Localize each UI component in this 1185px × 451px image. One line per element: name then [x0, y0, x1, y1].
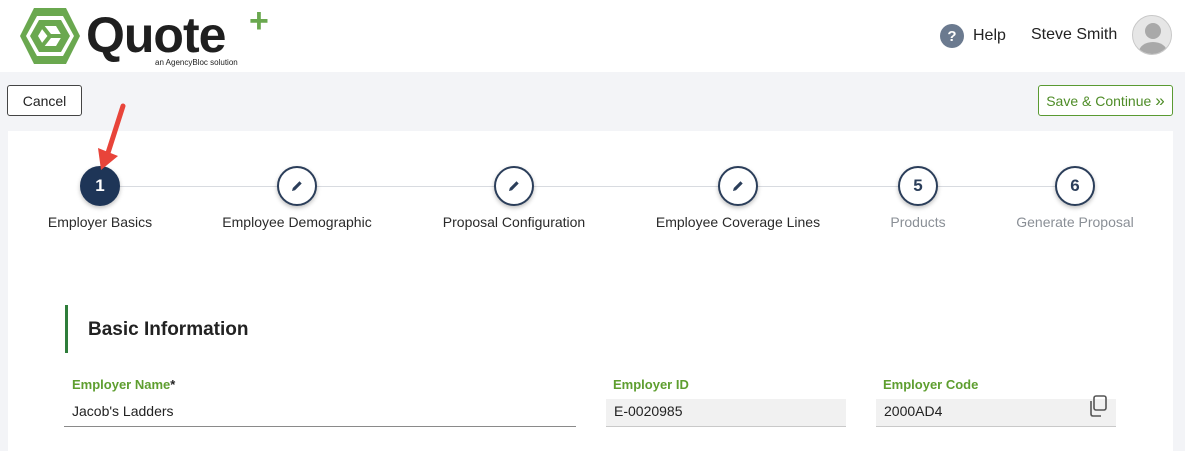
- employer-code-field: 2000AD4: [876, 399, 1116, 427]
- step-6-label[interactable]: Generate Proposal: [1016, 214, 1134, 230]
- hexagon-logo-icon: [20, 8, 80, 64]
- step-4-label[interactable]: Employee Coverage Lines: [656, 214, 820, 230]
- logo-plus-mark: +: [249, 2, 269, 40]
- section-title: Basic Information: [88, 319, 249, 340]
- quote-plus-logo[interactable]: Quote + an AgencyBloc solution: [18, 4, 288, 70]
- step-1-label[interactable]: Employer Basics: [48, 214, 152, 230]
- employer-id-label: Employer ID: [613, 377, 689, 392]
- user-name[interactable]: Steve Smith: [1031, 26, 1117, 44]
- pencil-icon: [509, 181, 519, 191]
- step-4-circle[interactable]: [718, 166, 758, 206]
- section-accent-bar: [65, 305, 68, 353]
- employer-id-field: E-0020985: [606, 399, 846, 427]
- help-link[interactable]: ? Help: [940, 24, 1006, 48]
- pencil-icon: [733, 181, 743, 191]
- employer-name-label: Employer Name*: [72, 377, 175, 392]
- copy-icon[interactable]: [1086, 394, 1110, 418]
- step-6-circle[interactable]: 6: [1055, 166, 1095, 206]
- user-silhouette-icon: [1139, 23, 1167, 54]
- annotation-arrow-icon: [98, 103, 126, 170]
- help-label: Help: [973, 27, 1006, 44]
- save-continue-button[interactable]: Save & Continue »: [1038, 85, 1173, 116]
- step-2-label[interactable]: Employee Demographic: [222, 214, 371, 230]
- step-5-circle[interactable]: 5: [898, 166, 938, 206]
- employer-code-label: Employer Code: [883, 377, 979, 392]
- help-icon: ?: [940, 24, 964, 48]
- logo-tagline: an AgencyBloc solution: [155, 58, 238, 67]
- step-3-label[interactable]: Proposal Configuration: [443, 214, 585, 230]
- pencil-icon: [292, 181, 302, 191]
- save-continue-label: Save & Continue: [1046, 92, 1152, 109]
- step-5-label[interactable]: Products: [890, 214, 945, 230]
- employer-name-label-text: Employer Name: [72, 377, 171, 392]
- double-chevron-right-icon: »: [1155, 91, 1165, 110]
- avatar[interactable]: [1132, 15, 1172, 55]
- cancel-button[interactable]: Cancel: [7, 85, 82, 116]
- step-2-circle[interactable]: [277, 166, 317, 206]
- required-marker: *: [170, 377, 176, 392]
- logo-wordmark: Quote: [86, 7, 226, 63]
- step-3-circle[interactable]: [494, 166, 534, 206]
- top-header: Quote + an AgencyBloc solution ? Help St…: [0, 0, 1185, 72]
- employer-name-input[interactable]: Jacob's Ladders: [64, 399, 576, 427]
